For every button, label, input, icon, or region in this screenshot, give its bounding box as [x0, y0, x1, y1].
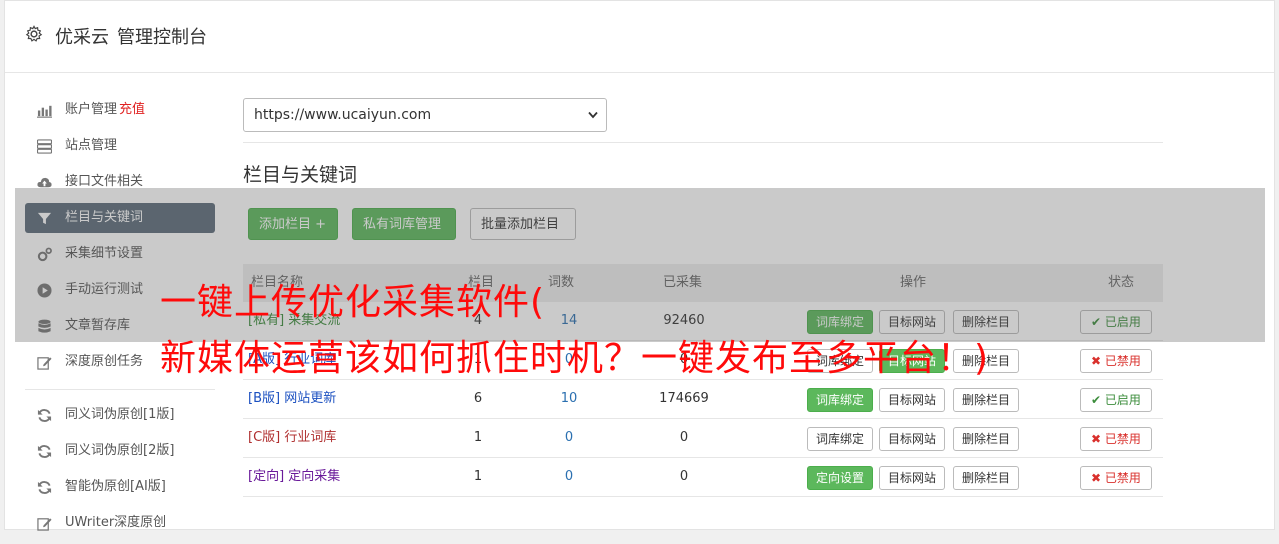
sidebar-item-label: 智能伪原创[AI版]: [65, 479, 166, 494]
cell-collected: 174669: [659, 391, 709, 406]
cell-collected: 0: [679, 469, 689, 484]
site-select[interactable]: https://www.ucaiyun.com: [243, 98, 607, 132]
table-row: [B版] 网站更新 6 10 174669 词库绑定 目标网站 删除栏目 ✔ 已…: [243, 380, 1163, 419]
delete-column-button[interactable]: 删除栏目: [953, 427, 1020, 451]
bind-lexicon-button[interactable]: 词库绑定: [807, 388, 874, 412]
brand-name: 优采云: [55, 27, 109, 48]
directional-settings-button[interactable]: 定向设置: [807, 466, 874, 490]
sidebar-item-sites[interactable]: 站点管理: [25, 131, 215, 161]
status-label: 已禁用: [1104, 471, 1141, 485]
column-name-cell[interactable]: [定向] 定向采集: [248, 458, 340, 496]
target-site-button[interactable]: 目标网站: [879, 388, 946, 412]
column-tag: [B版]: [248, 391, 281, 406]
column-name-cell[interactable]: [B版] 网站更新: [248, 380, 336, 418]
sidebar-item-label: 同义词伪原创[1版]: [65, 407, 175, 422]
refresh-icon: [37, 445, 52, 458]
delete-column-button[interactable]: 删除栏目: [953, 466, 1020, 490]
bar-chart-icon: [37, 105, 52, 118]
cell-count-a: 1: [473, 469, 483, 484]
site-select-value: https://www.ucaiyun.com: [254, 107, 432, 123]
status-toggle[interactable]: ✖ 已禁用: [1080, 349, 1152, 373]
column-tag: [C版]: [248, 430, 281, 445]
section-divider: [243, 142, 1163, 143]
sidebar-item-label: 同义词伪原创[2版]: [65, 443, 175, 458]
column-name: 行业词库: [284, 430, 337, 445]
cell-collected: 0: [679, 430, 689, 445]
server-icon: [37, 139, 52, 154]
column-name: 定向采集: [288, 469, 341, 484]
status-toggle[interactable]: ✖ 已禁用: [1080, 427, 1152, 451]
chevron-down-icon: [588, 111, 598, 119]
cell-count-b[interactable]: 0: [539, 458, 599, 496]
status-toggle[interactable]: ✖ 已禁用: [1080, 466, 1152, 490]
edit-icon: [37, 518, 52, 531]
overlay-headline-line1: 一键上传优化采集软件(: [160, 282, 546, 323]
column-name-cell[interactable]: [C版] 行业词库: [248, 419, 336, 457]
status-label: 已启用: [1104, 393, 1141, 407]
sidebar-item-label: UWriter深度原创: [65, 515, 167, 530]
sidebar-item-label: 接口文件相关: [65, 174, 144, 189]
status-toggle[interactable]: ✔ 已启用: [1080, 388, 1152, 412]
cell-count-b[interactable]: 10: [539, 380, 599, 418]
column-tag: [定向]: [248, 469, 285, 484]
cell-count-b[interactable]: 0: [539, 419, 599, 457]
delete-column-button[interactable]: 删除栏目: [953, 388, 1020, 412]
cell-count-a: 6: [473, 391, 483, 406]
sidebar-divider: [25, 389, 215, 390]
sidebar-item-label: 账户管理: [65, 102, 118, 117]
gear-icon: [25, 25, 43, 42]
status-label: 已禁用: [1104, 354, 1141, 368]
refresh-icon: [37, 409, 52, 422]
sidebar-item-account[interactable]: 账户管理 充值: [25, 95, 215, 125]
cell-count-a: 1: [473, 430, 483, 445]
table-row: [定向] 定向采集 1 0 0 定向设置 目标网站 删除栏目 ✖ 已禁用: [243, 458, 1163, 497]
sidebar-item-uwriter[interactable]: UWriter深度原创: [25, 508, 215, 538]
table-row: [C版] 行业词库 1 0 0 词库绑定 目标网站 删除栏目 ✖ 已禁用: [243, 419, 1163, 458]
sidebar-item-synonym-v1[interactable]: 同义词伪原创[1版]: [25, 400, 215, 430]
target-site-button[interactable]: 目标网站: [879, 466, 946, 490]
app-title: 优采云 管理控制台: [55, 23, 207, 49]
refresh-icon: [37, 481, 52, 494]
console-title: 管理控制台: [117, 27, 207, 48]
overlay-headline-line2: 新媒体运营该如何抓住时机？一键发布至多平台！): [160, 338, 990, 379]
edit-icon: [37, 357, 52, 370]
column-name: 网站更新: [284, 391, 337, 406]
section-title: 栏目与关键词: [243, 164, 358, 186]
sidebar-item-ai-rewrite[interactable]: 智能伪原创[AI版]: [25, 472, 215, 502]
panel-header: 优采云 管理控制台: [5, 1, 1274, 73]
recharge-link[interactable]: 充值: [119, 102, 145, 117]
status-label: 已禁用: [1104, 432, 1141, 446]
sidebar-item-label: 站点管理: [65, 138, 118, 153]
sidebar-item-label: 深度原创任务: [65, 354, 144, 369]
target-site-button[interactable]: 目标网站: [879, 427, 946, 451]
bind-lexicon-button[interactable]: 词库绑定: [807, 427, 874, 451]
sidebar-item-synonym-v2[interactable]: 同义词伪原创[2版]: [25, 436, 215, 466]
